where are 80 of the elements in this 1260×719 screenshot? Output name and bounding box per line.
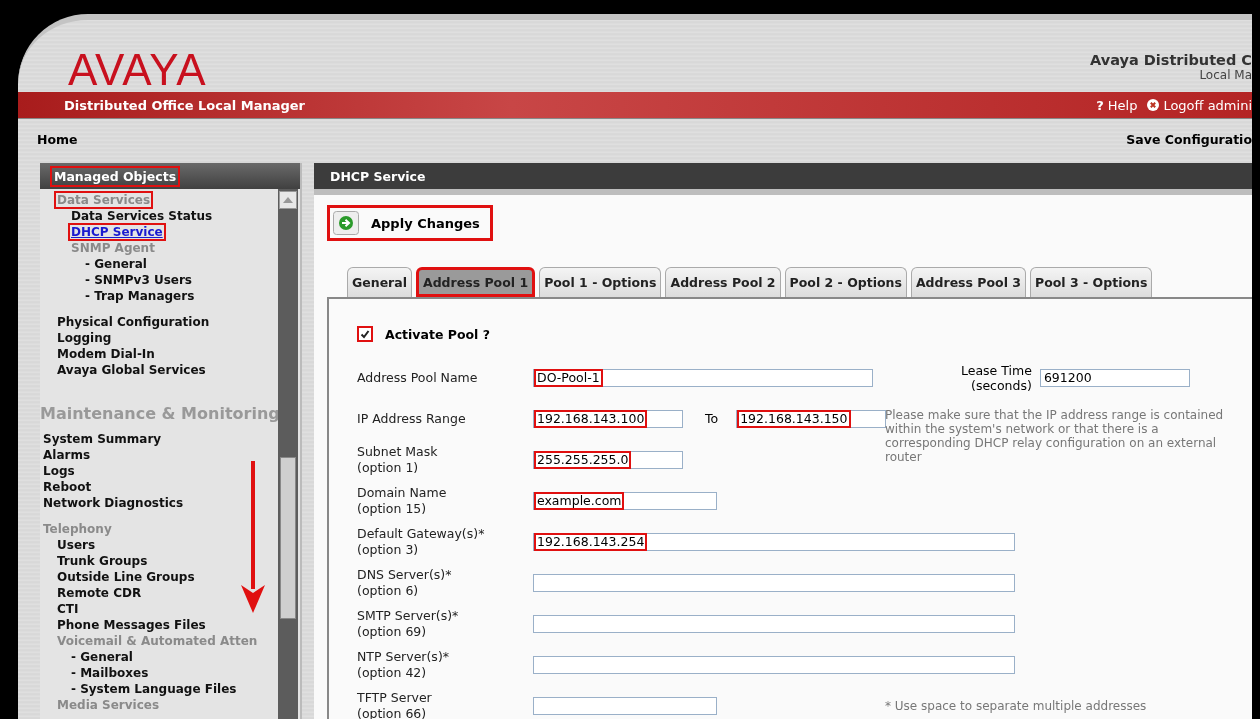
- nav-item[interactable]: Phone Messages Files: [54, 616, 209, 634]
- nav-item[interactable]: DHCP Service: [68, 223, 166, 241]
- tab[interactable]: Pool 2 - Options: [784, 267, 907, 297]
- nav-item[interactable]: Trunk Groups: [54, 552, 151, 570]
- field-value: 192.168.143.150: [737, 409, 851, 428]
- nav-item[interactable]: Network Diagnostics: [40, 494, 187, 512]
- nav-item[interactable]: System Summary: [40, 430, 165, 448]
- input-field[interactable]: DO-Pool-1: [533, 368, 873, 387]
- field-value: 691200: [1042, 370, 1093, 385]
- field-label: Subnet Mask (option 1): [357, 443, 439, 476]
- nav-item[interactable]: Users: [54, 536, 99, 554]
- input-field[interactable]: 255.255.255.0: [533, 450, 683, 469]
- field-label: Domain Name (option 15): [357, 484, 448, 517]
- hint-text: Please make sure that the IP address range is contained within the system's network or that there is a corresponding DHCP relay configuration on an external router: [885, 408, 1225, 464]
- sidebar-title: Managed Objects: [50, 165, 181, 187]
- input-field[interactable]: [533, 696, 717, 715]
- app-title: Distributed Office Local Manager: [64, 97, 306, 113]
- field-value: 192.168.143.100: [534, 409, 648, 428]
- input-field[interactable]: 192.168.143.100: [533, 409, 683, 428]
- nav-item[interactable]: - System Language Files: [68, 680, 240, 698]
- logo: AVAYA: [68, 48, 207, 92]
- breadcrumb[interactable]: Home: [37, 131, 78, 147]
- field-label: IP Address Range: [357, 410, 467, 427]
- product-subtitle: Local Ma: [1199, 68, 1252, 82]
- nav-item[interactable]: Reboot: [40, 478, 95, 496]
- hint-text: * Use space to separate multiple addresses: [885, 698, 1148, 713]
- section-heading: Maintenance & Monitoring: [40, 404, 278, 423]
- nav-item[interactable]: CTI: [54, 600, 82, 618]
- field-value: example.com: [534, 491, 625, 510]
- field-value: DO-Pool-1: [534, 368, 603, 387]
- field-value: 255.255.255.0: [534, 450, 632, 469]
- close-icon: [1147, 99, 1160, 111]
- save-configuration-link[interactable]: Save Configuratio: [1126, 131, 1252, 147]
- field-label: DNS Server(s)* (option 6): [357, 566, 453, 599]
- field-label: Default Gateway(s)* (option 3): [357, 525, 486, 558]
- help-link[interactable]: ? Help: [1096, 97, 1138, 113]
- nav-item[interactable]: Avaya Global Services: [54, 361, 209, 379]
- nav-item[interactable]: Data Services Status: [68, 207, 216, 225]
- input-field[interactable]: example.com: [533, 491, 717, 510]
- tab[interactable]: General: [347, 267, 412, 297]
- scrollbar[interactable]: [278, 189, 298, 719]
- scroll-up-button[interactable]: [279, 191, 297, 209]
- panel-title: DHCP Service: [330, 168, 426, 184]
- nav-item[interactable]: Remote CDR: [54, 584, 145, 602]
- scroll-thumb[interactable]: [280, 457, 296, 619]
- field-label: Lease Time (seconds): [961, 362, 1032, 393]
- checkbox-label: Activate Pool ?: [385, 326, 490, 342]
- logoff-link[interactable]: Logoff admini: [1147, 97, 1252, 113]
- caret-up-icon: [283, 197, 293, 203]
- nav-item[interactable]: Logs: [40, 462, 78, 480]
- apply-changes-button[interactable]: Apply Changes: [327, 205, 493, 241]
- tab[interactable]: Address Pool 2: [665, 267, 781, 297]
- nav-item[interactable]: Outside Line Groups: [54, 568, 198, 586]
- input-field[interactable]: [533, 573, 1015, 592]
- nav-item[interactable]: - SNMPv3 Users: [82, 271, 195, 289]
- tab[interactable]: Address Pool 3: [910, 267, 1027, 297]
- field-value: 192.168.143.254: [534, 532, 648, 551]
- nav-item[interactable]: Modem Dial-In: [54, 345, 158, 363]
- arrow-right-icon: [333, 211, 359, 235]
- product-title: Avaya Distributed C: [1090, 52, 1252, 68]
- input-field[interactable]: [533, 614, 1015, 633]
- input-field[interactable]: [533, 655, 1015, 674]
- nav-item[interactable]: - General: [68, 648, 136, 666]
- field-label: SMTP Server(s)* (option 69): [357, 607, 460, 640]
- checkbox[interactable]: [357, 326, 373, 342]
- tab[interactable]: Pool 3 - Options: [1030, 267, 1153, 297]
- field-label: Address Pool Name: [357, 369, 479, 386]
- nav-item[interactable]: - General: [82, 255, 150, 273]
- field-label: NTP Server(s)* (option 42): [357, 648, 450, 681]
- input-field[interactable]: 192.168.143.150: [736, 409, 887, 428]
- nav-item[interactable]: Logging: [54, 329, 115, 347]
- range-separator: To: [705, 411, 719, 426]
- input-field[interactable]: 192.168.143.254: [533, 532, 1015, 551]
- nav-item[interactable]: - Mailboxes: [68, 664, 152, 682]
- nav-item[interactable]: Alarms: [40, 446, 94, 464]
- tab[interactable]: Pool 1 - Options: [539, 267, 662, 297]
- nav-item[interactable]: Physical Configuration: [54, 313, 213, 331]
- tab[interactable]: Address Pool 1: [416, 267, 536, 297]
- input-field[interactable]: 691200: [1039, 368, 1190, 387]
- nav-item[interactable]: - Trap Managers: [82, 287, 198, 305]
